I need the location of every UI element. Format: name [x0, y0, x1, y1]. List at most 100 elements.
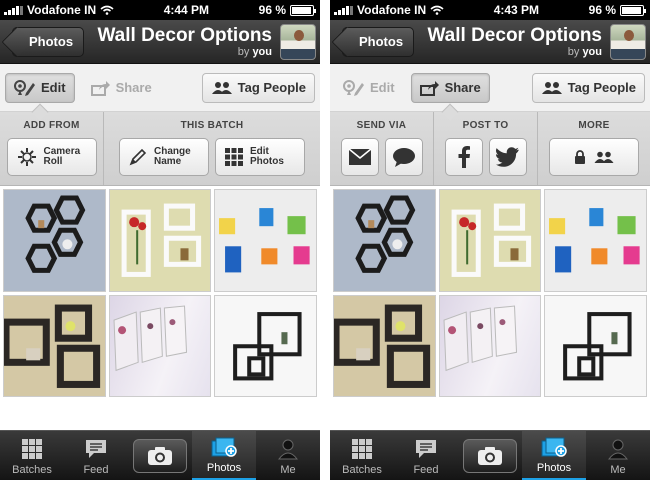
share-button-label: Share: [444, 80, 481, 95]
tab-me[interactable]: Me: [256, 431, 320, 480]
colorful-cubes-photo[interactable]: [214, 189, 317, 292]
person-icon: [277, 439, 299, 460]
grid-icon: [225, 148, 243, 166]
privacy-button[interactable]: [549, 138, 639, 176]
tab-feed[interactable]: Feed: [64, 431, 128, 480]
floral-canvas-photo[interactable]: [438, 294, 542, 397]
tab-label: Feed: [413, 464, 439, 476]
nav-bar: Photos Wall Decor Options by you: [0, 20, 320, 64]
back-button-label: Photos: [359, 34, 404, 49]
subtitle-prefix: by: [567, 45, 580, 58]
photos-icon: [541, 437, 567, 457]
people-icon: [541, 81, 562, 94]
floral-canvas-photo[interactable]: [108, 294, 212, 397]
tag-people-button[interactable]: Tag People: [201, 72, 315, 103]
status-time: 4:44 PM: [163, 3, 210, 17]
black-square-shelves-photo[interactable]: [3, 294, 106, 397]
camera-roll-label: Camera Roll: [43, 145, 81, 167]
colorful-cubes-photo[interactable]: [544, 189, 647, 292]
email-button[interactable]: [340, 138, 379, 176]
envelope-icon: [347, 148, 372, 165]
action-toolbar: Edit Share Tag People: [0, 64, 320, 121]
square-frames-photo[interactable]: [544, 294, 647, 397]
battery-icon: [290, 4, 316, 16]
facebook-button[interactable]: [444, 138, 483, 176]
tab-camera[interactable]: [458, 431, 522, 480]
group-label: THIS BATCH: [180, 120, 244, 131]
tab-bar: Batches Feed Photos Me: [0, 430, 320, 480]
tab-label: Photos: [206, 462, 242, 474]
tab-feed[interactable]: Feed: [394, 431, 458, 480]
carrier-name: Vodafone IN: [27, 3, 97, 17]
black-square-shelves-photo[interactable]: [333, 294, 436, 397]
tag-people-button[interactable]: Tag People: [531, 72, 645, 103]
edit-photos-button[interactable]: Edit Photos: [215, 138, 305, 176]
twitter-icon: [495, 147, 519, 167]
tag-people-label: Tag People: [567, 80, 636, 95]
share-button[interactable]: Share: [83, 73, 160, 103]
camera-roll-button[interactable]: Camera Roll: [6, 138, 97, 176]
tab-camera[interactable]: [128, 431, 192, 480]
battery-percent: 96 %: [588, 3, 616, 17]
share-button[interactable]: Share: [410, 72, 490, 103]
flower-box-shelves-photo[interactable]: [108, 189, 212, 292]
hexagon-shelves-photo[interactable]: [333, 189, 436, 292]
tab-bar: Batches Feed Photos Me: [330, 430, 650, 480]
camera-roll-icon: [17, 148, 36, 166]
edit-button-label: Edit: [41, 80, 66, 95]
person-icon: [607, 439, 629, 460]
avatar[interactable]: [280, 23, 316, 60]
edit-button[interactable]: Edit: [335, 73, 403, 103]
this-batch-group: THIS BATCH Change Name Edit Photos: [104, 112, 320, 185]
change-name-button[interactable]: Change Name: [119, 138, 209, 176]
avatar[interactable]: [610, 23, 646, 60]
edit-panel: ADD FROM Camera Roll THIS BATCH Change N…: [0, 112, 320, 186]
people-icon: [594, 151, 614, 163]
page-title: Wall Decor Options: [427, 24, 602, 46]
twitter-button[interactable]: [488, 138, 527, 176]
status-bar: Vodafone IN 4:43 PM 96 %: [330, 0, 650, 20]
tab-label: Batches: [12, 464, 52, 476]
message-button[interactable]: [384, 138, 423, 176]
pencil-icon: [129, 148, 147, 166]
group-label: POST TO: [462, 120, 509, 131]
share-button-label: Share: [115, 80, 152, 95]
lock-icon: [575, 150, 585, 164]
screenshot-pair: Vodafone IN 4:44 PM 96 % Photos Wall Dec…: [0, 0, 650, 480]
flower-box-shelves-photo[interactable]: [438, 189, 542, 292]
subtitle-prefix: by: [237, 45, 250, 58]
page-subtitle: by you: [414, 45, 602, 58]
wifi-icon: [430, 5, 444, 15]
edit-icon: [14, 79, 35, 96]
status-time: 4:43 PM: [493, 3, 540, 17]
edit-button[interactable]: Edit: [5, 72, 75, 103]
subtitle-user: you: [582, 45, 602, 58]
tab-label: Me: [610, 464, 626, 476]
share-icon: [90, 80, 110, 96]
square-frames-photo[interactable]: [214, 294, 317, 397]
back-button[interactable]: Photos: [342, 26, 415, 57]
tab-batches[interactable]: Batches: [330, 431, 394, 480]
tab-photos[interactable]: Photos: [192, 431, 256, 480]
tab-batches[interactable]: Batches: [0, 431, 64, 480]
tab-me[interactable]: Me: [586, 431, 650, 480]
status-bar: Vodafone IN 4:44 PM 96 %: [0, 0, 320, 20]
hexagon-shelves-photo[interactable]: [3, 189, 106, 292]
tab-photos[interactable]: Photos: [522, 431, 586, 480]
add-from-group: ADD FROM Camera Roll: [0, 112, 104, 185]
action-toolbar: Edit Share Tag People: [330, 64, 650, 121]
facebook-icon: [458, 146, 470, 168]
tab-label: Photos: [536, 462, 572, 474]
edit-photos-label: Edit Photos: [250, 145, 284, 167]
battery-percent: 96 %: [258, 3, 286, 17]
camera-icon: [148, 446, 172, 465]
tab-label: Feed: [83, 464, 109, 476]
feed-icon: [86, 440, 106, 458]
phone-screen-edit: Vodafone IN 4:44 PM 96 % Photos Wall Dec…: [0, 0, 320, 480]
photo-grid: [0, 186, 320, 400]
wifi-icon: [100, 5, 114, 15]
back-button[interactable]: Photos: [12, 26, 85, 57]
page-subtitle: by you: [84, 45, 272, 58]
camera-icon: [478, 446, 502, 465]
batches-icon: [352, 439, 372, 459]
